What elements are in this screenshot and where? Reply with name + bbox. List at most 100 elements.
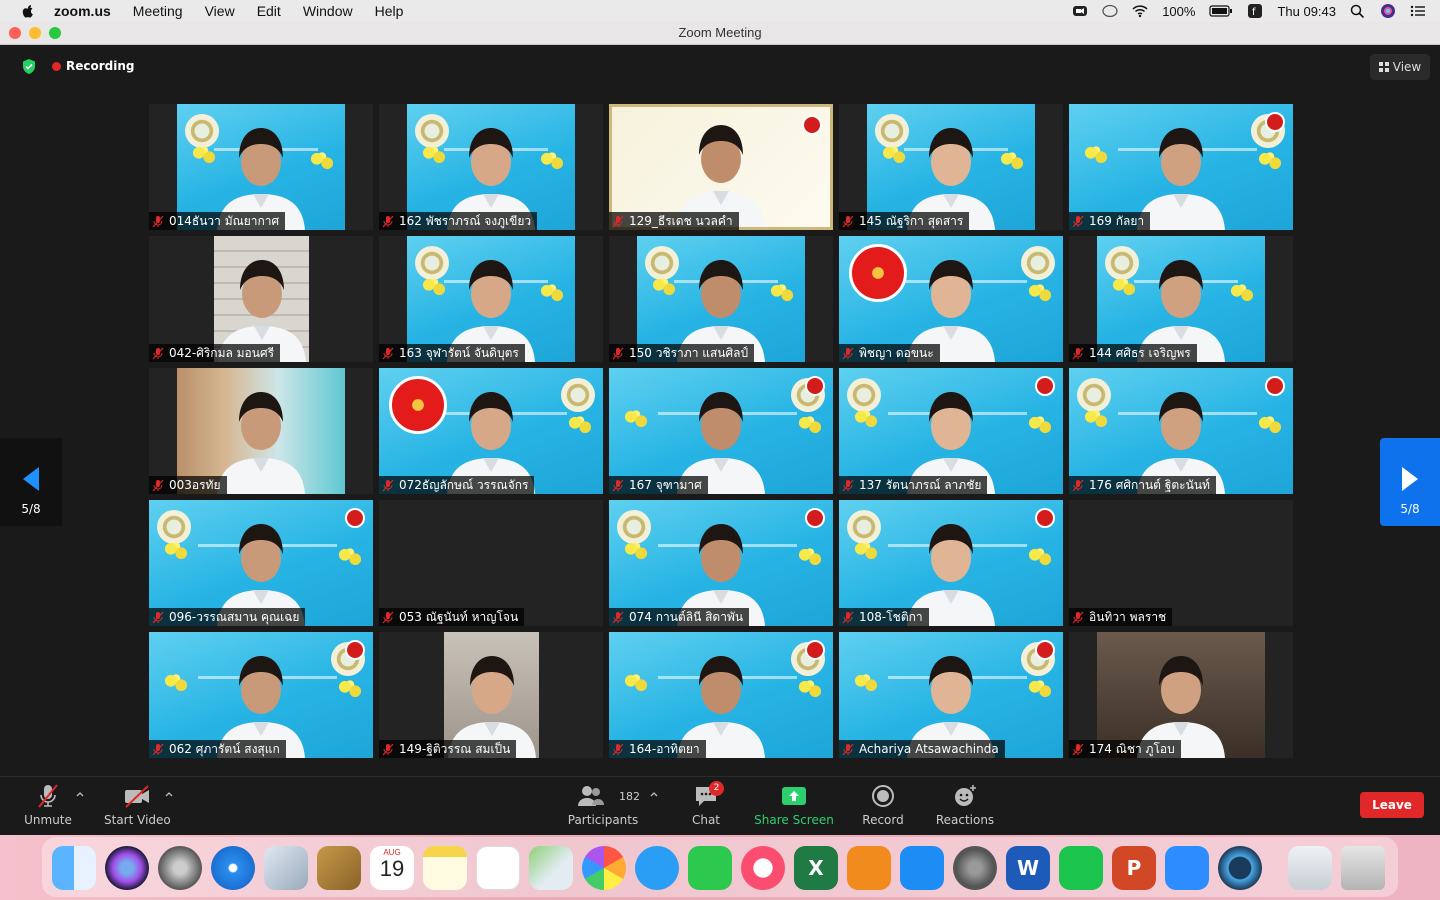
participant-tile[interactable]: 042-ศิริกมล มอนศรี: [149, 236, 373, 362]
participant-tile[interactable]: 144 ศศิธร เจริญพร: [1069, 236, 1293, 362]
siri-dock-icon[interactable]: [105, 846, 149, 890]
view-button[interactable]: View: [1370, 54, 1430, 80]
participant-tile[interactable]: 145 ณัฐริกา สุดสาร: [839, 104, 1063, 230]
participant-tile[interactable]: พิชญา ดอขนะ: [839, 236, 1063, 362]
start-video-label: Start Video: [104, 813, 171, 827]
line-status-icon[interactable]: [1102, 4, 1118, 18]
chevron-right-icon: [1402, 467, 1418, 491]
participant-name: 144 ศศิธร เจริญพร: [1089, 346, 1191, 360]
zoom-meeting-area: Recording View 014ธันวา มัณยากาศ 162 พัชร…: [0, 45, 1440, 835]
participant-tile[interactable]: Achariya Atsawachinda: [839, 632, 1063, 758]
participant-tile[interactable]: 096-วรรณสมาน คุณเฉย: [149, 500, 373, 626]
font-book-icon[interactable]: f: [1247, 4, 1263, 18]
apple-logo-icon[interactable]: [20, 3, 36, 19]
excel-icon[interactable]: X: [794, 846, 838, 890]
participant-tile[interactable]: 163 จุฬารัตน์ จันดิบุตร: [379, 236, 603, 362]
zoom-window-button[interactable]: [49, 27, 61, 39]
notification-center-icon[interactable]: [1410, 4, 1426, 18]
menu-view[interactable]: View: [205, 3, 235, 19]
wifi-icon[interactable]: [1132, 4, 1148, 18]
participants-button[interactable]: 182 Participants: [566, 783, 640, 827]
share-screen-button[interactable]: Share Screen: [754, 783, 834, 827]
start-video-button[interactable]: Start Video: [104, 783, 171, 827]
participant-tile[interactable]: 014ธันวา มัณยากาศ: [149, 104, 373, 230]
participant-tile[interactable]: 176 ศศิกานต์ ฐิตะนันท์: [1069, 368, 1293, 494]
preview-icon[interactable]: [264, 846, 308, 890]
menu-edit[interactable]: Edit: [257, 3, 281, 19]
university-seal-icon: [617, 510, 651, 544]
participant-tile[interactable]: 003อรทัย: [149, 368, 373, 494]
zoom-status-icon[interactable]: [1072, 4, 1088, 18]
participant-name-tag: 145 ณัฐริกา สุดสาร: [839, 212, 970, 230]
facetime-icon[interactable]: [688, 846, 732, 890]
participant-tile[interactable]: 129_ธีรเดช นวลคำ: [609, 104, 833, 230]
participant-tile[interactable]: 108-โชติกา: [839, 500, 1063, 626]
menu-help[interactable]: Help: [375, 3, 404, 19]
music-icon[interactable]: [741, 846, 785, 890]
trash-icon[interactable]: [1341, 846, 1385, 890]
participants-options-caret-icon[interactable]: [650, 791, 658, 797]
recording-dot-icon: [52, 61, 61, 71]
contacts-icon[interactable]: [317, 846, 361, 890]
recording-indicator[interactable]: Recording: [52, 59, 135, 73]
menu-app-name[interactable]: zoom.us: [54, 3, 111, 19]
launchpad-icon[interactable]: [158, 846, 202, 890]
reminders-icon[interactable]: [476, 846, 520, 890]
flower-decoration: [999, 150, 1025, 172]
chevron-left-icon: [23, 467, 39, 491]
powerpoint-icon[interactable]: P: [1112, 846, 1156, 890]
quicktime-icon[interactable]: [1218, 846, 1262, 890]
previous-page-button[interactable]: 5/8: [0, 438, 62, 526]
flower-decoration: [623, 540, 649, 562]
menu-meeting[interactable]: Meeting: [133, 3, 183, 19]
menu-window[interactable]: Window: [303, 3, 353, 19]
downloads-folder-icon[interactable]: [1288, 846, 1332, 890]
emblem-icon: [389, 376, 447, 434]
line-app-icon[interactable]: [1059, 846, 1103, 890]
participant-tile[interactable]: 150 วชิราภา แสนศิลป์: [609, 236, 833, 362]
books-icon[interactable]: [847, 846, 891, 890]
reactions-button[interactable]: Reactions: [934, 783, 996, 827]
next-page-button[interactable]: 5/8: [1380, 438, 1440, 526]
messages-icon[interactable]: [635, 846, 679, 890]
encryption-shield-icon[interactable]: [22, 59, 36, 74]
participant-tile[interactable]: 164-อาทิตยา: [609, 632, 833, 758]
word-icon[interactable]: W: [1006, 846, 1050, 890]
audio-options-caret-icon[interactable]: [76, 791, 84, 797]
system-preferences-icon[interactable]: [953, 846, 997, 890]
spotlight-search-icon[interactable]: [1350, 4, 1366, 18]
participant-tile[interactable]: 074 กานต์ลินี สิดาพัน: [609, 500, 833, 626]
unmute-button[interactable]: Unmute: [20, 783, 76, 827]
maps-icon[interactable]: [529, 846, 573, 890]
participant-tile[interactable]: 162 พัชราภรณ์ จงภูเขียว: [379, 104, 603, 230]
participant-tile[interactable]: 167 จุฑามาศ: [609, 368, 833, 494]
participant-tile[interactable]: 072ธัญลักษณ์ วรรณจักร: [379, 368, 603, 494]
siri-icon[interactable]: [1380, 4, 1396, 18]
app-store-icon[interactable]: [900, 846, 944, 890]
minimize-window-button[interactable]: [29, 27, 41, 39]
muted-mic-icon: [152, 215, 164, 227]
participant-tile[interactable]: 062 ศุภารัตน์ สงสุแก: [149, 632, 373, 758]
calendar-icon[interactable]: AUG 19: [370, 846, 414, 890]
muted-mic-icon: [1072, 215, 1084, 227]
notes-icon[interactable]: [423, 846, 467, 890]
participant-tile[interactable]: 053 ณัฐนันท์ หาญโจน: [379, 500, 603, 626]
photos-icon[interactable]: [582, 846, 626, 890]
menu-clock[interactable]: Thu 09:43: [1277, 4, 1336, 19]
leave-meeting-button[interactable]: Leave: [1360, 792, 1424, 818]
participant-tile[interactable]: 149-ฐิติวรรณ สมเป็น: [379, 632, 603, 758]
safari-icon[interactable]: [211, 846, 255, 890]
battery-icon[interactable]: [1209, 4, 1233, 18]
participant-tile[interactable]: 137 รัตนาภรณ์ ลาภชัย: [839, 368, 1063, 494]
close-window-button[interactable]: [9, 27, 21, 39]
zoom-app-icon[interactable]: [1165, 846, 1209, 890]
record-button[interactable]: Record: [860, 783, 906, 827]
chat-button[interactable]: 2 Chat: [688, 781, 724, 827]
participant-tile[interactable]: อินทิวา พลราช: [1069, 500, 1293, 626]
participants-icon: [577, 786, 604, 806]
university-seal-icon: [1021, 246, 1055, 280]
video-options-caret-icon[interactable]: [165, 791, 173, 797]
participant-tile[interactable]: 169 กัลยา: [1069, 104, 1293, 230]
finder-icon[interactable]: [52, 846, 96, 890]
participant-tile[interactable]: 174 ณิชา ภูโอบ: [1069, 632, 1293, 758]
